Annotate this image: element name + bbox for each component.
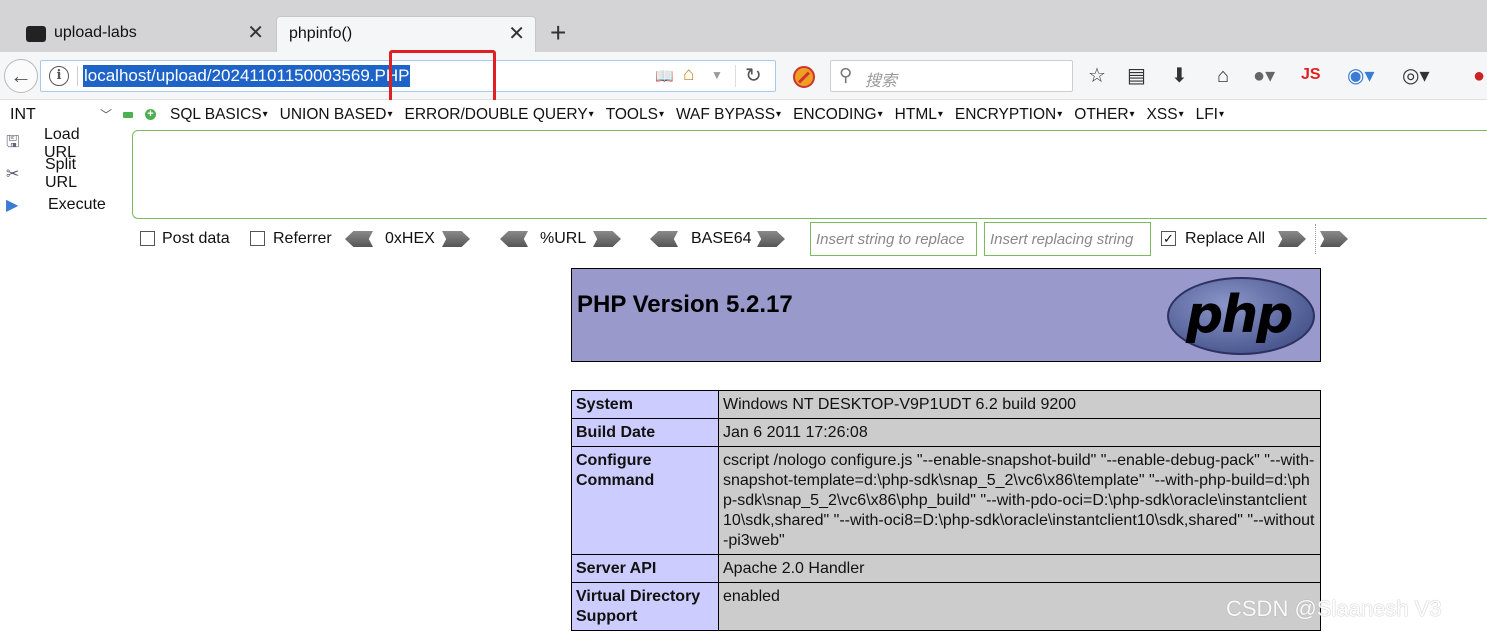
extension-icon[interactable]: ◉▾ [1347, 64, 1375, 88]
menu-encryption[interactable]: ENCRYPTION [955, 106, 1062, 124]
load-url-button[interactable]: 🖫 Load URL [6, 126, 80, 161]
table-row: Configure Command cscript /nologo config… [571, 446, 1321, 555]
search-placeholder: 搜索 [865, 73, 898, 90]
post-data-checkbox[interactable] [140, 231, 155, 246]
menu-extension-icon[interactable]: ● [1473, 64, 1485, 88]
back-arrow-icon[interactable]: ← [4, 59, 38, 93]
referrer-label: Referrer [273, 230, 332, 247]
injection-type-select[interactable]: INT ﹀ [4, 104, 116, 126]
menu-encoding[interactable]: ENCODING [793, 106, 883, 124]
url-text[interactable]: localhost/upload/20241101150003569.PHP [83, 65, 411, 87]
site-icon [26, 26, 46, 42]
close-icon[interactable]: ✕ [247, 22, 264, 44]
chevron-down-icon: ﹀ [99, 108, 112, 122]
row-value: Jan 6 2011 17:26:08 [718, 418, 1321, 447]
row-key: Configure Command [571, 446, 719, 555]
table-row: Server API Apache 2.0 Handler [571, 554, 1321, 583]
row-key: Server API [571, 554, 719, 583]
row-value: Windows NT DESKTOP-V9P1UDT 6.2 build 920… [718, 390, 1321, 419]
replace-all-checkbox[interactable]: ✓ [1161, 231, 1176, 246]
execute-label: Execute [48, 196, 106, 213]
menu-xss[interactable]: XSS [1147, 106, 1184, 124]
info-icon[interactable]: i [49, 66, 69, 86]
hex-label: 0xHEX [385, 230, 435, 247]
new-tab-icon[interactable]: + [550, 18, 566, 48]
php-logo-text: php [1186, 285, 1293, 345]
tab-title: upload-labs [54, 24, 137, 41]
menu-html[interactable]: HTML [895, 106, 943, 124]
divider [77, 66, 78, 86]
url-textarea[interactable] [132, 130, 1487, 219]
row-value: cscript /nologo configure.js "--enable-s… [718, 446, 1321, 555]
load-url-icon: 🖫 [6, 133, 20, 151]
url-encode-label: %URL [540, 230, 587, 247]
palette-icon[interactable]: ◎▾ [1402, 64, 1430, 88]
post-data-label: Post data [162, 230, 230, 247]
replace-string-input[interactable]: Insert string to replace [810, 222, 977, 256]
table-row: Virtual Directory Support enabled [571, 582, 1321, 631]
row-key: Virtual Directory Support [571, 582, 719, 631]
library-icon[interactable]: ▤ [1127, 64, 1146, 88]
watermark: CSDN @Slaanesh V3 [1226, 596, 1442, 621]
plus-icon[interactable]: + [145, 109, 156, 120]
menu-sql-basics[interactable]: SQL BASICS [170, 106, 268, 124]
table-row: System Windows NT DESKTOP-V9P1UDT 6.2 bu… [571, 390, 1321, 419]
tab-phpinfo[interactable]: phpinfo() ✕ [276, 16, 536, 52]
tab-upload-labs[interactable]: upload-labs ✕ [8, 16, 274, 52]
reader-view-icon[interactable]: 📖 [655, 67, 674, 85]
minus-icon[interactable] [123, 112, 133, 118]
globe-icon[interactable]: ●▾ [1253, 64, 1275, 88]
table-row: Build Date Jan 6 2011 17:26:08 [571, 418, 1321, 447]
home-icon[interactable]: ⌂ [683, 64, 694, 86]
menu-lfi[interactable]: LFI [1196, 106, 1224, 124]
reload-icon[interactable]: ↻ [745, 63, 762, 88]
replace-all-label: Replace All [1185, 230, 1266, 247]
row-value: Apache 2.0 Handler [718, 554, 1321, 583]
tab-title: phpinfo() [289, 25, 353, 42]
menu-error-double-query[interactable]: ERROR/DOUBLE QUERY [404, 106, 593, 124]
hackbar-menu: SQL BASICS UNION BASED ERROR/DOUBLE QUER… [170, 106, 1236, 124]
replacing-string-input[interactable]: Insert replacing string [984, 222, 1151, 256]
home-icon[interactable]: ⌂ [1217, 64, 1229, 88]
php-version-header: PHP Version 5.2.17 php [571, 268, 1321, 362]
divider [1315, 224, 1316, 254]
page-title: PHP Version 5.2.17 [577, 291, 793, 318]
menu-other[interactable]: OTHER [1074, 106, 1134, 124]
bookmark-star-icon[interactable]: ☆ [1088, 64, 1106, 88]
select-value: INT [10, 106, 36, 123]
search-bar[interactable]: ⚲ 搜索 [830, 60, 1073, 92]
referrer-checkbox[interactable] [250, 231, 265, 246]
row-key: Build Date [571, 418, 719, 447]
dropdown-arrow-icon[interactable]: ▼ [711, 68, 723, 82]
base64-label: BASE64 [691, 230, 752, 247]
scissors-icon: ✂ [6, 166, 20, 183]
menu-union-based[interactable]: UNION BASED [280, 106, 393, 124]
divider [735, 65, 736, 87]
js-toggle-icon[interactable]: JS [1301, 66, 1321, 84]
close-icon[interactable]: ✕ [508, 23, 525, 45]
play-icon: ▶ [6, 197, 19, 214]
download-icon[interactable]: ⬇ [1171, 64, 1188, 88]
menu-tools[interactable]: TOOLS [606, 106, 664, 124]
split-url-label: Split URL [45, 156, 78, 191]
execute-button[interactable]: ▶ Execute [6, 192, 106, 218]
tab-strip: upload-labs ✕ phpinfo() ✕ + [0, 0, 1487, 52]
menu-waf-bypass[interactable]: WAF BYPASS [676, 106, 781, 124]
phpinfo-table: System Windows NT DESKTOP-V9P1UDT 6.2 bu… [571, 390, 1321, 631]
split-url-button[interactable]: ✂ Split URL [6, 156, 77, 191]
noscript-icon[interactable] [793, 66, 815, 88]
search-icon: ⚲ [839, 65, 853, 85]
php-logo[interactable]: php [1167, 277, 1315, 355]
row-key: System [571, 390, 719, 419]
